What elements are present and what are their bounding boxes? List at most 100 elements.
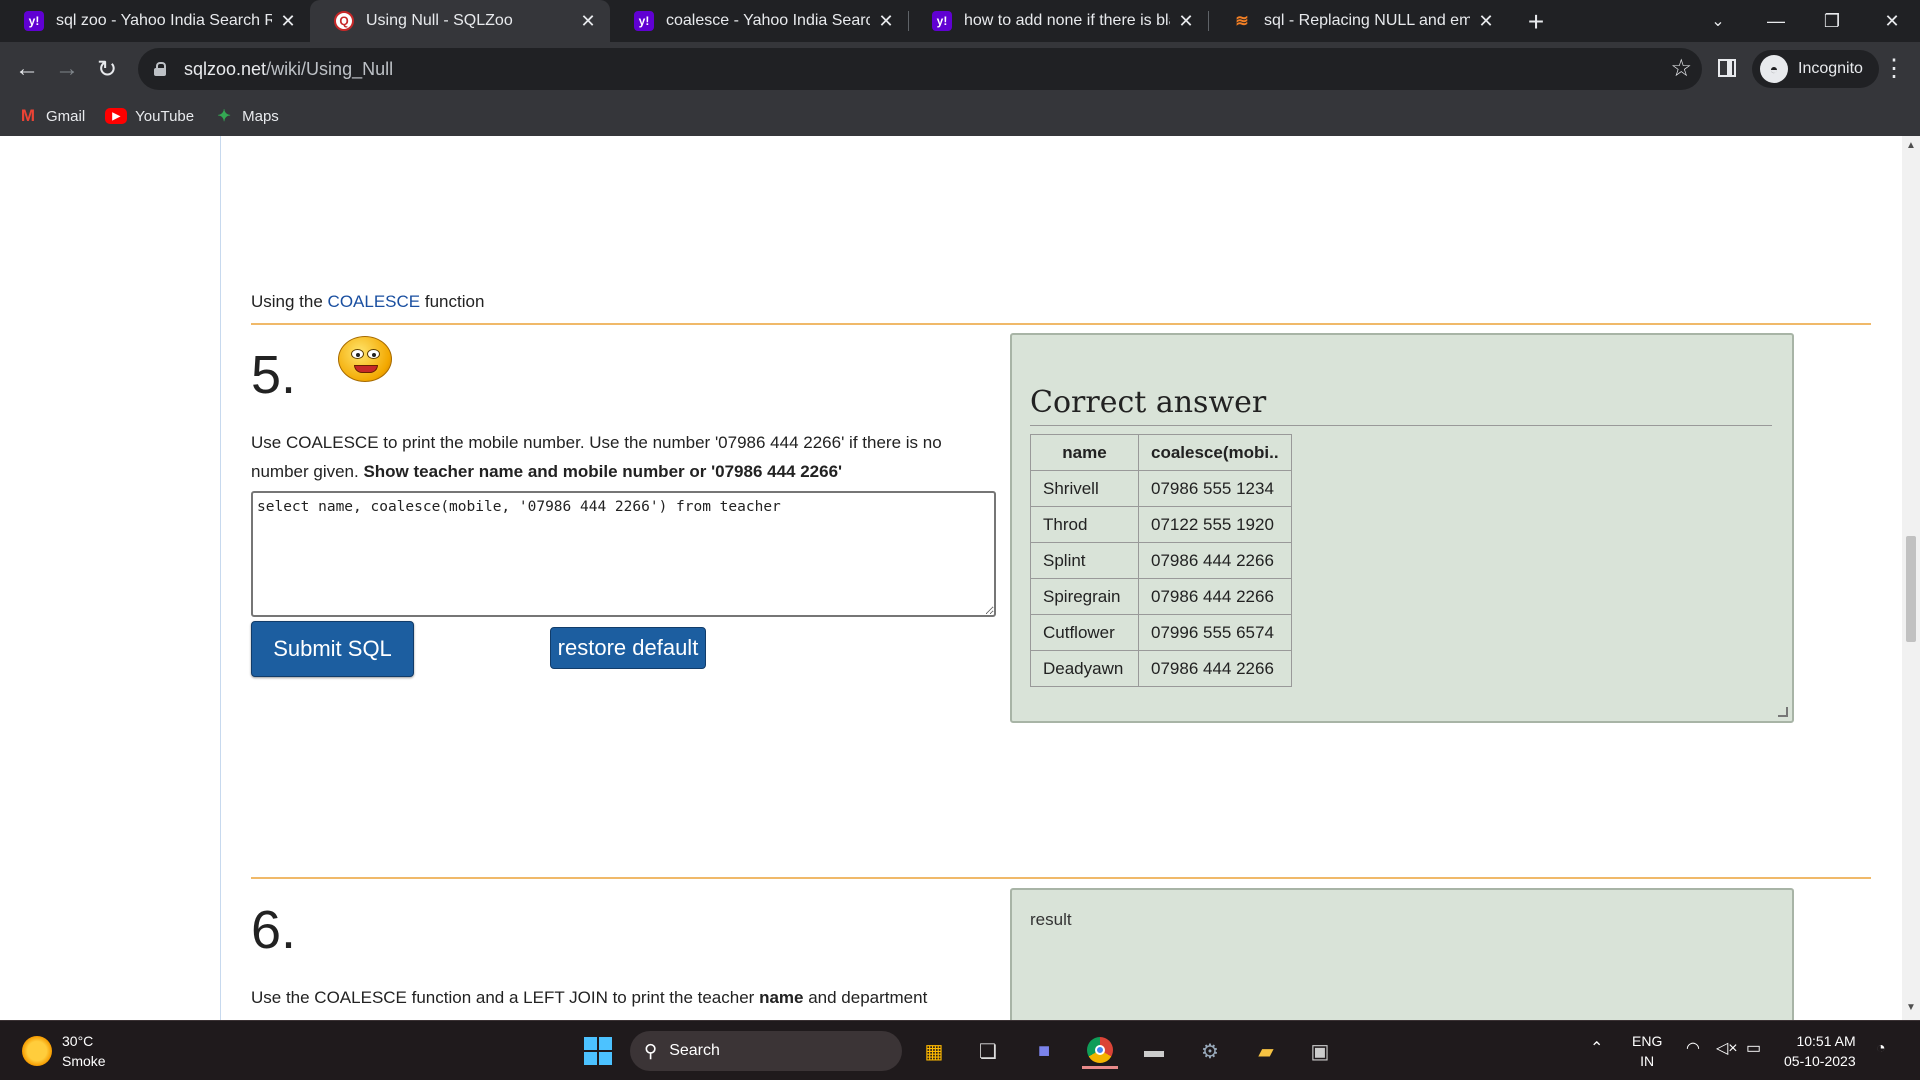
coalesce-link[interactable]: COALESCE — [328, 292, 421, 311]
cell-name: Deadyawn — [1030, 650, 1139, 687]
page-scrollbar[interactable]: ▲ ▼ — [1902, 136, 1920, 1020]
search-label: Search — [669, 1042, 720, 1059]
close-icon[interactable]: ✕ — [876, 11, 896, 32]
cell-mobile: 07986 444 2266 — [1138, 542, 1292, 579]
yahoo-icon: y! — [634, 11, 654, 31]
restore-default-button[interactable]: restore default — [550, 627, 706, 669]
tab-search-chevron-icon[interactable]: ⌄ — [1690, 0, 1746, 42]
file-explorer-icon[interactable]: ▰ — [1248, 1033, 1284, 1069]
cell-name: Spiregrain — [1030, 578, 1139, 615]
tab-title: Using Null - SQLZoo — [366, 12, 513, 29]
weather-widget[interactable]: 30°C Smoke — [22, 1031, 106, 1071]
tab-yahoo-coalesce[interactable]: y! coalesce - Yahoo India Search Re ✕ — [610, 0, 908, 42]
question-text: Use COALESCE to print the mobile number.… — [251, 428, 986, 486]
scrollbar-thumb[interactable] — [1906, 536, 1916, 642]
chrome-icon[interactable] — [1082, 1033, 1118, 1069]
notification-bell-icon[interactable]: ◔ — [1876, 1039, 1886, 1059]
language-code: ENG — [1632, 1033, 1663, 1049]
reload-icon[interactable]: ↻ — [90, 52, 124, 86]
question-number: 6. — [251, 900, 297, 960]
cell-name: Splint — [1030, 542, 1139, 579]
question-text-plain: and department — [803, 988, 928, 1007]
teams-chat-icon[interactable]: ■ — [1026, 1033, 1062, 1069]
minimize-button[interactable]: — — [1748, 0, 1804, 42]
tab-using-null[interactable]: Q Using Null - SQLZoo ✕ — [310, 0, 610, 42]
result-panel: result — [1010, 888, 1794, 1020]
table-row: Deadyawn 07986 444 2266 — [1030, 650, 1292, 687]
close-window-button[interactable]: ✕ — [1864, 0, 1920, 42]
battery-icon[interactable]: ▭ — [1746, 1039, 1761, 1059]
widgets-icon[interactable]: ▦ — [916, 1033, 952, 1069]
table-header-row: name coalesce(mobi.. — [1030, 434, 1292, 471]
resize-grip-icon[interactable] — [1778, 707, 1788, 717]
browser-toolbar: ← → ↻ sqlzoo.net/wiki/Using_Null ☆ ◓ Inc… — [0, 42, 1920, 96]
intro-suffix: function — [420, 292, 485, 311]
close-icon[interactable]: ✕ — [278, 11, 298, 32]
gmail-icon: M — [20, 106, 36, 125]
url-text: sqlzoo.net/wiki/Using_Null — [184, 59, 393, 80]
scroll-up-arrow-icon[interactable]: ▲ — [1902, 140, 1920, 151]
intro-prefix: Using the — [251, 292, 328, 311]
show-hidden-icons-chevron-icon[interactable]: ⌃ — [1590, 1039, 1603, 1059]
taskbar-search[interactable]: ⚲ Search — [630, 1031, 902, 1071]
tab-stackoverflow[interactable]: ≋ sql - Replacing NULL and empty ✕ — [1208, 0, 1508, 42]
table-row: Throd 07122 555 1920 — [1030, 506, 1292, 543]
address-bar[interactable]: sqlzoo.net/wiki/Using_Null ☆ — [138, 48, 1702, 90]
close-icon[interactable]: ✕ — [1476, 11, 1496, 32]
question-text: Use the COALESCE function and a LEFT JOI… — [251, 983, 986, 1012]
lock-icon — [154, 62, 166, 76]
left-border — [220, 136, 221, 1020]
close-icon[interactable]: ✕ — [1176, 11, 1196, 32]
table-row: Cutflower 07996 555 6574 — [1030, 614, 1292, 651]
windows-start-icon[interactable] — [580, 1033, 616, 1069]
question-text-bold: name — [759, 988, 804, 1007]
kebab-menu-icon[interactable]: ⋮ — [1882, 54, 1906, 83]
result-label: result — [1030, 910, 1072, 929]
taskbar: 30°C Smoke ⚲ Search ▦ ❏ ■ ▬ ⚙ ▰ ▣ ⌃ ENG … — [0, 1020, 1920, 1080]
task-view-icon[interactable]: ❏ — [970, 1033, 1006, 1069]
forward-arrow-icon[interactable]: → — [50, 52, 84, 86]
tab-yahoo-blank[interactable]: y! how to add none if there is blan ✕ — [908, 0, 1208, 42]
cell-name: Throd — [1030, 506, 1139, 543]
bookmark-star-icon[interactable]: ☆ — [1670, 54, 1692, 83]
tab-title: sql zoo - Yahoo India Search Res — [56, 12, 272, 29]
bookmark-maps[interactable]: ✦ Maps — [214, 107, 279, 126]
close-icon[interactable]: ✕ — [578, 11, 598, 32]
cell-mobile: 07986 444 2266 — [1138, 650, 1292, 687]
language-indicator[interactable]: ENG IN — [1632, 1031, 1662, 1071]
volume-muted-icon[interactable]: ◁× — [1716, 1039, 1738, 1059]
youtube-icon: ▶ — [105, 108, 128, 124]
tab-yahoo-sqlzoo[interactable]: y! sql zoo - Yahoo India Search Res ✕ — [0, 0, 310, 42]
restore-window-button[interactable]: ❐ — [1804, 0, 1860, 42]
smiley-face-icon — [338, 336, 392, 382]
new-tab-button[interactable]: + — [1520, 6, 1552, 38]
maps-icon: ✦ — [217, 108, 231, 125]
wifi-icon[interactable]: ◠ — [1686, 1039, 1700, 1059]
scroll-down-arrow-icon[interactable]: ▼ — [1902, 1002, 1920, 1013]
question-number: 5. — [251, 345, 297, 405]
section-intro: Using the COALESCE function — [251, 292, 484, 312]
clock[interactable]: 10:51 AM 05-10-2023 — [1784, 1031, 1856, 1071]
bookmark-gmail[interactable]: M Gmail — [18, 106, 85, 125]
bookmark-label: Maps — [242, 107, 279, 125]
page-content: Using the COALESCE function 5. Use COALE… — [0, 136, 1902, 1020]
sql-editor[interactable] — [251, 491, 996, 617]
answer-panel: Correct answer name coalesce(mobi.. Shri… — [1010, 333, 1794, 723]
cell-mobile: 07986 444 2266 — [1138, 578, 1292, 615]
terminal-icon[interactable]: ▬ — [1136, 1033, 1172, 1069]
region-code: IN — [1640, 1053, 1655, 1069]
profile-label: Incognito — [1798, 60, 1863, 77]
command-prompt-icon[interactable]: ▣ — [1302, 1033, 1338, 1069]
submit-sql-button[interactable]: Submit SQL — [251, 621, 414, 677]
url-path: /wiki/Using_Null — [266, 58, 394, 79]
question-text-plain: Use the COALESCE function and a LEFT JOI… — [251, 988, 760, 1007]
table-row: Spiregrain 07986 444 2266 — [1030, 578, 1292, 615]
side-panel-icon[interactable] — [1718, 59, 1736, 77]
settings-gear-icon[interactable]: ⚙ — [1192, 1033, 1228, 1069]
incognito-profile-button[interactable]: ◓ Incognito — [1752, 50, 1879, 88]
search-icon: ⚲ — [644, 1040, 658, 1061]
cell-mobile: 07986 555 1234 — [1138, 470, 1292, 507]
back-arrow-icon[interactable]: ← — [10, 52, 44, 86]
bookmark-youtube[interactable]: ▶ YouTube — [105, 108, 194, 125]
section-divider — [251, 877, 1871, 879]
